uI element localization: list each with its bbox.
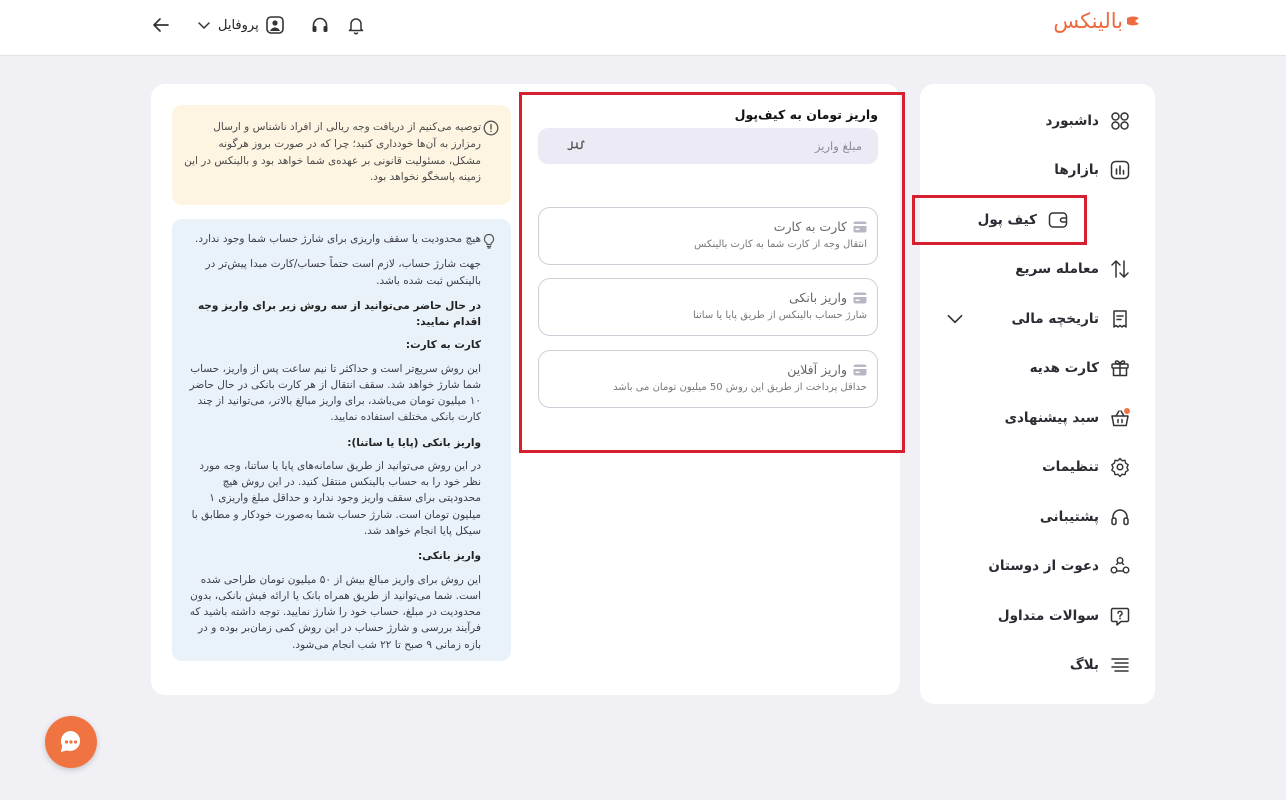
sidebar-item-support[interactable]: پشتیبانی [920, 492, 1155, 542]
sidebar-item-gift-card[interactable]: کارت هدیه [920, 344, 1155, 394]
sidebar-item-faq[interactable]: سوالات متداول [920, 591, 1155, 641]
sidebar-item-wallet[interactable]: کیف پول [912, 195, 1087, 245]
info-subheading: واریز بانکی (پایا یا ساتنا): [347, 436, 481, 449]
top-actions: پروفایل [150, 10, 367, 40]
info-line: جهت شارژ حساب، لازم است حتماً حساب/کارت … [205, 258, 481, 287]
method-title: واریز بانکی [789, 290, 847, 305]
swap-arrows-icon [1111, 260, 1129, 278]
sidebar-item-label: بلاگ [1069, 657, 1099, 674]
gift-icon [1111, 360, 1129, 377]
sidebar-item-label: کارت هدیه [1029, 360, 1099, 377]
brand-logo[interactable]: بالینکس [1053, 9, 1140, 33]
bell-icon[interactable] [345, 14, 367, 36]
method-title: واریز آفلاین [787, 362, 847, 377]
deposit-form: واریز تومان به کیف‌پول کارت به کارت انتق… [519, 92, 905, 453]
main-panel: واریز تومان به کیف‌پول کارت به کارت انتق… [151, 84, 905, 695]
sidebar-item-invite-friends[interactable]: دعوت از دوستان [920, 542, 1155, 592]
method-bank-transfer[interactable]: واریز بانکی شارژ حساب بالینکس از طریق پا… [538, 278, 878, 336]
info-paragraph: در این روش می‌توانید از طریق سامانه‌های … [191, 459, 481, 537]
lightbulb-icon [483, 233, 495, 249]
chart-bars-icon [1110, 161, 1130, 180]
deposit-title: واریز تومان به کیف‌پول [734, 107, 878, 122]
method-description: شارژ حساب بالینکس از طریق پایا یا ساتنا [692, 310, 867, 321]
question-bubble-icon [1110, 607, 1130, 626]
logo-text: بالینکس [1053, 9, 1123, 33]
info-subheading: کارت به کارت: [405, 339, 481, 352]
sidebar-item-suggested-basket[interactable]: سبد پیشنهادی [920, 393, 1155, 443]
credit-card-icon [853, 221, 867, 233]
warning-notice: توصیه می‌کنیم از دریافت وجه ریالی از افر… [172, 105, 511, 205]
chat-support-button[interactable] [45, 716, 97, 768]
toman-currency-icon [567, 140, 585, 151]
chevron-down-icon[interactable] [944, 308, 966, 330]
sidebar-item-financial-history[interactable]: تاریخچه مالی [920, 294, 1155, 344]
user-avatar-icon [265, 16, 284, 34]
amount-input[interactable] [538, 128, 878, 164]
sidebar-item-label: معامله سریع [1015, 261, 1099, 278]
text-lines-icon [1111, 658, 1129, 672]
sidebar-item-label: کیف پول [977, 211, 1037, 228]
sidebar-item-label: پشتیبانی [1039, 508, 1099, 525]
headset-icon[interactable] [309, 14, 331, 36]
sidebar-item-label: تاریخچه مالی [1011, 310, 1099, 327]
sidebar-item-label: سبد پیشنهادی [1004, 409, 1099, 426]
receipt-icon [1113, 310, 1127, 328]
info-line: هیچ محدودیت یا سقف واریزی برای شارژ حساب… [195, 233, 481, 245]
credit-card-icon [853, 364, 867, 376]
info-paragraph: این روش برای واریز مبالغ بیش از ۵۰ میلیو… [189, 573, 481, 651]
warning-text: توصیه می‌کنیم از دریافت وجه ریالی از افر… [184, 121, 481, 184]
sidebar-item-settings[interactable]: تنظیمات [920, 443, 1155, 493]
sidebar-item-dashboard[interactable]: داشبورد [920, 96, 1155, 146]
profile-label: پروفایل [218, 17, 259, 33]
gear-icon [1111, 458, 1129, 478]
profile-menu[interactable]: پروفایل [196, 15, 285, 35]
info-heading: در حال حاضر می‌توانید از سه روش زیر برای… [197, 299, 481, 329]
credit-card-icon [853, 292, 867, 304]
sidebar-item-label: سوالات متداول [997, 607, 1099, 624]
method-title: کارت به کارت [773, 219, 847, 234]
sidebar-item-blog[interactable]: بلاگ [920, 641, 1155, 691]
chat-bubble-icon [60, 730, 81, 752]
sidebar-item-label: بازارها [1054, 162, 1099, 179]
sidebar-item-markets[interactable]: بازارها [920, 146, 1155, 196]
headset-icon [1111, 509, 1129, 525]
back-arrow-icon[interactable] [150, 14, 172, 36]
chevron-down-icon [198, 22, 210, 30]
sidebar-item-label: دعوت از دوستان [988, 558, 1099, 575]
sidebar-item-label: تنظیمات [1042, 459, 1099, 476]
wallet-icon [1048, 212, 1068, 228]
method-description: حداقل پرداخت از طریق این روش 50 میلیون ت… [613, 382, 867, 393]
exclamation-circle-icon [483, 120, 499, 136]
basket-icon [1111, 407, 1130, 426]
top-bar: بالینکس پروفایل [0, 0, 1286, 56]
method-description: انتقال وجه از کارت شما به کارت بالینکس [694, 239, 867, 250]
method-card-to-card[interactable]: کارت به کارت انتقال وجه از کارت شما به ک… [538, 207, 878, 265]
method-offline-deposit[interactable]: واریز آفلاین حداقل پرداخت از طریق این رو… [538, 350, 878, 408]
dashboard-grid-icon [1111, 112, 1129, 130]
sidebar-item-label: داشبورد [1045, 112, 1099, 129]
info-paragraph: این روش سریع‌تر است و حداکثر تا نیم ساعت… [189, 362, 481, 424]
logo-mark-icon [1127, 16, 1139, 26]
sidebar-item-quick-trade[interactable]: معامله سریع [920, 245, 1155, 295]
info-subheading: واریز بانکی: [417, 550, 481, 563]
info-panel: هیچ محدودیت یا سقف واریزی برای شارژ حساب… [172, 219, 511, 661]
users-icon [1110, 557, 1130, 574]
sidebar: داشبورد بازارها کیف پول معامله سریع تاری… [912, 84, 1155, 704]
